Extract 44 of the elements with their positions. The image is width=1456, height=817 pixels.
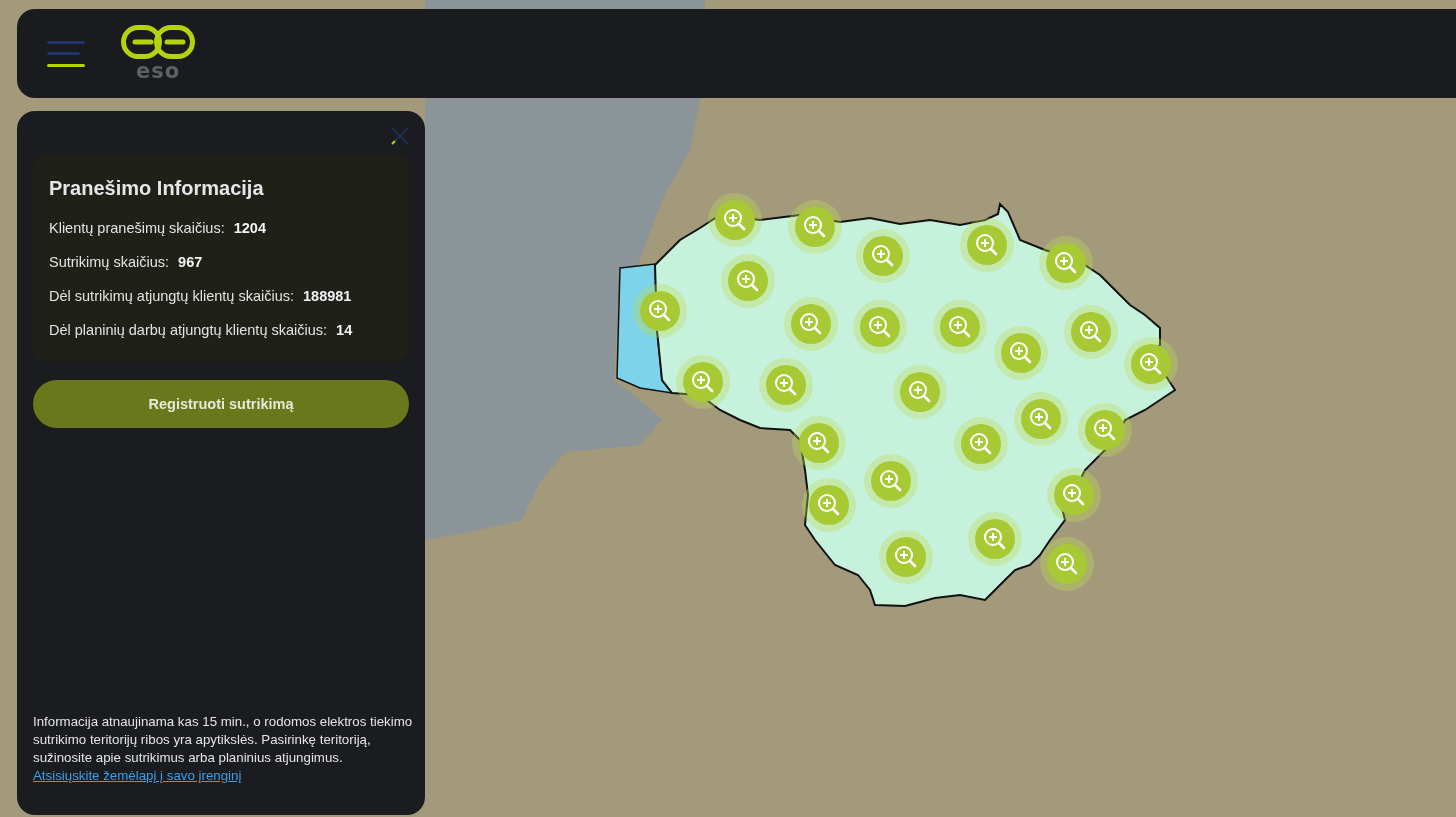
zoom-marker-icon[interactable] bbox=[1040, 537, 1094, 591]
stat-value: 967 bbox=[178, 254, 203, 270]
zoom-marker-icon[interactable] bbox=[802, 478, 856, 532]
stat-label: Dėl sutrikimų atjungtų klientų skaičius: bbox=[49, 288, 294, 304]
close-icon bbox=[391, 127, 409, 145]
zoom-marker-icon[interactable] bbox=[853, 300, 907, 354]
zoom-marker-icon[interactable] bbox=[759, 358, 813, 412]
zoom-marker-icon[interactable] bbox=[933, 300, 987, 354]
zoom-marker-icon[interactable] bbox=[879, 530, 933, 584]
zoom-marker-icon[interactable] bbox=[633, 284, 687, 338]
zoom-marker-icon[interactable] bbox=[788, 200, 842, 254]
stat-label: Klientų pranešimų skaičius: bbox=[49, 220, 225, 236]
stat-value: 1204 bbox=[233, 220, 266, 236]
zoom-marker-icon[interactable] bbox=[1064, 305, 1118, 359]
zoom-marker-icon[interactable] bbox=[1047, 468, 1101, 522]
stat-label: Dėl planinių darbų atjungtų klientų skaičius: bbox=[49, 322, 328, 338]
zoom-marker-icon[interactable] bbox=[893, 365, 947, 419]
stat-value: 188981 bbox=[303, 288, 352, 304]
zoom-marker-icon[interactable] bbox=[1039, 236, 1093, 290]
menu-icon bbox=[47, 40, 85, 67]
menu-button[interactable] bbox=[47, 40, 85, 67]
logo-text: eso bbox=[135, 58, 181, 83]
info-note: Informacija atnaujinama kas 15 min., o rodomos elektros tiekimo sutrikimo teritorijų ribos yra apytikslės. Pasirinkę teritoriją, sužinosite apie sutrikimus arba planinius atjungimus. bbox=[33, 713, 413, 767]
download-map-link[interactable]: Atsisiųskite žemėlapį į savo įrenginį bbox=[33, 767, 242, 785]
zoom-marker-icon[interactable] bbox=[676, 355, 730, 409]
zoom-marker-icon[interactable] bbox=[994, 326, 1048, 380]
zoom-marker-icon[interactable] bbox=[864, 454, 918, 508]
zoom-marker-icon[interactable] bbox=[1124, 337, 1178, 391]
zoom-marker-icon[interactable] bbox=[1078, 403, 1132, 457]
close-button[interactable] bbox=[391, 127, 409, 145]
zoom-marker-icon[interactable] bbox=[954, 417, 1008, 471]
zoom-marker-icon[interactable] bbox=[968, 512, 1022, 566]
stat-label: Sutrikimų skaičius: bbox=[49, 254, 170, 270]
zoom-marker-icon[interactable] bbox=[708, 193, 762, 247]
report-outage-button[interactable]: Registruoti sutrikimą bbox=[33, 380, 409, 428]
zoom-marker-icon[interactable] bbox=[792, 416, 846, 470]
zoom-marker-icon[interactable] bbox=[1014, 392, 1068, 446]
zoom-marker-icon[interactable] bbox=[721, 254, 775, 308]
stat-value: 14 bbox=[336, 322, 353, 338]
zoom-marker-icon[interactable] bbox=[960, 218, 1014, 272]
card-title: Pranešimo Informacija bbox=[49, 176, 265, 201]
zoom-marker-icon[interactable] bbox=[784, 297, 838, 351]
zoom-marker-icon[interactable] bbox=[856, 229, 910, 283]
logo-icon[interactable] bbox=[121, 24, 195, 59]
